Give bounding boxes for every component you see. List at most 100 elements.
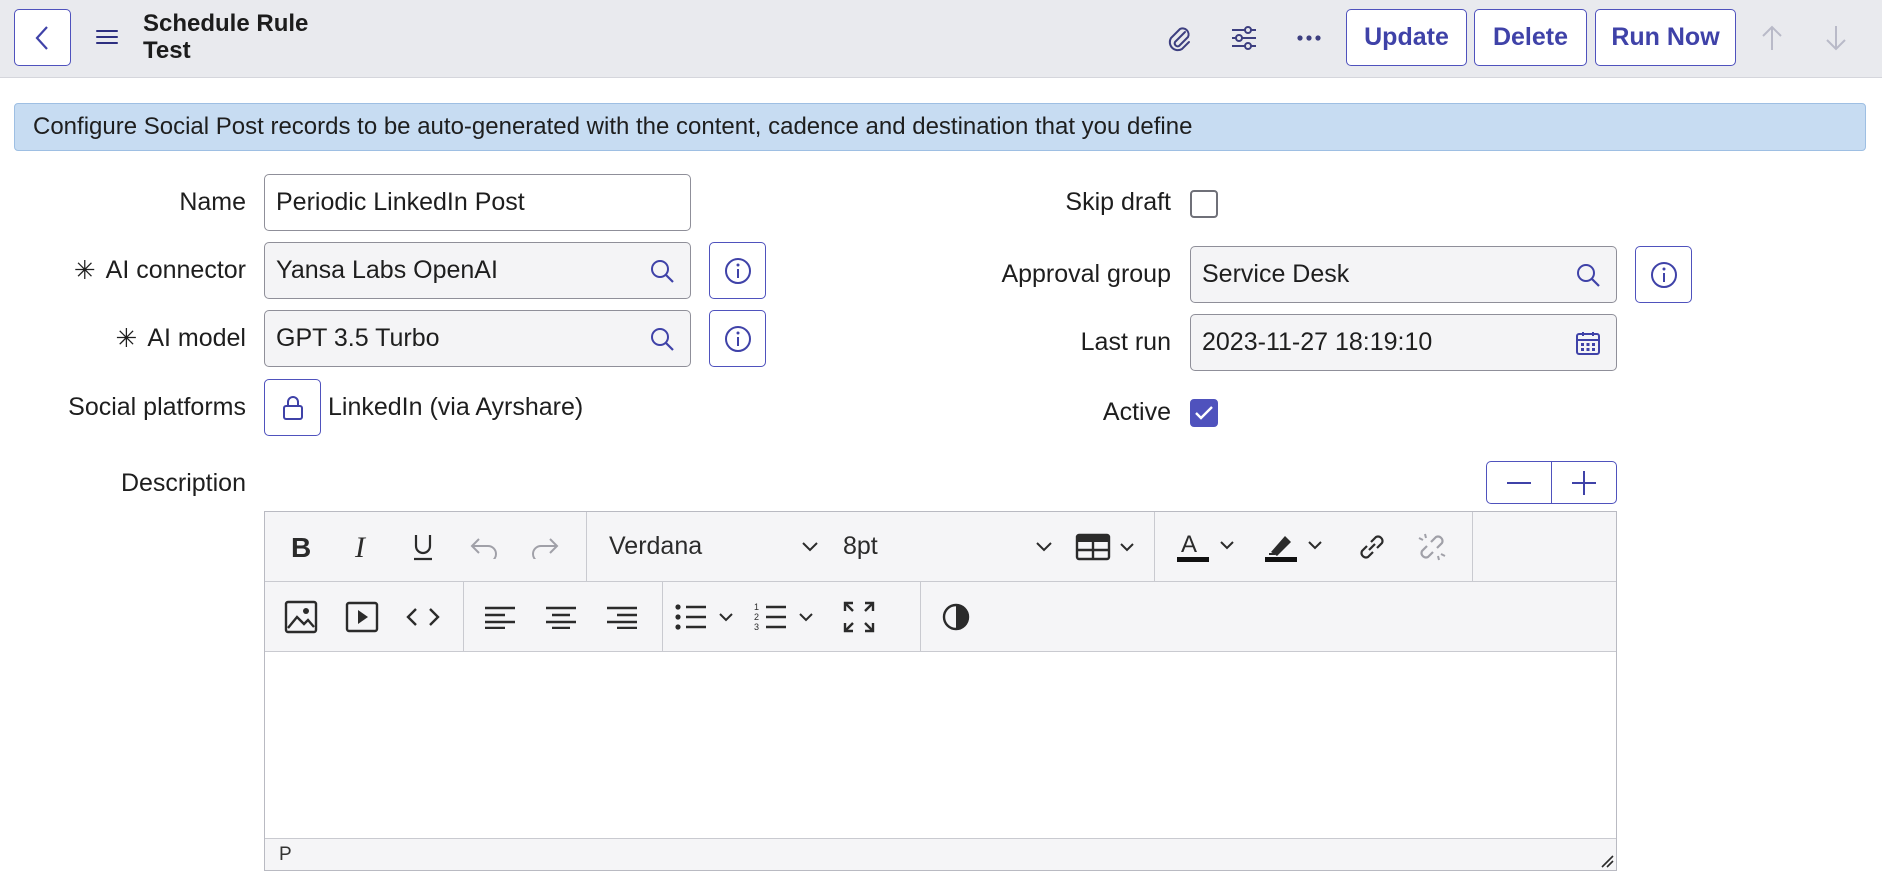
align-right-icon[interactable] bbox=[597, 592, 647, 642]
info-icon bbox=[724, 325, 751, 352]
text-color-icon[interactable]: A bbox=[1175, 522, 1241, 572]
minus-icon bbox=[1507, 481, 1531, 484]
unlock-button[interactable] bbox=[264, 379, 321, 436]
search-icon bbox=[651, 327, 674, 351]
svg-text:3: 3 bbox=[754, 622, 759, 632]
skip-draft-checkbox[interactable] bbox=[1190, 190, 1218, 218]
undo-icon[interactable] bbox=[459, 522, 509, 572]
description-label: Description bbox=[120, 469, 246, 497]
approval-group-label: Approval group bbox=[1001, 260, 1171, 288]
link-icon[interactable] bbox=[1347, 522, 1397, 572]
svg-text:B: B bbox=[291, 533, 311, 561]
skip-draft-label: Skip draft bbox=[1065, 188, 1171, 216]
paperclip-icon[interactable] bbox=[1161, 20, 1197, 56]
back-button[interactable] bbox=[14, 9, 71, 66]
last-run-label: Last run bbox=[1080, 328, 1171, 356]
expand-editor-button[interactable] bbox=[1552, 462, 1616, 503]
editor-statusbar: P bbox=[265, 838, 1616, 870]
search-icon bbox=[1577, 263, 1600, 287]
calendar-icon bbox=[1576, 331, 1600, 355]
font-size-value: 8pt bbox=[843, 532, 878, 560]
delete-button[interactable]: Delete bbox=[1474, 9, 1587, 66]
plus-icon bbox=[1572, 470, 1596, 495]
info-banner: Configure Social Post records to be auto… bbox=[14, 103, 1866, 151]
contrast-group bbox=[921, 582, 991, 651]
ai-connector-label: ✳ AI connector bbox=[40, 242, 246, 299]
svg-text:2: 2 bbox=[754, 612, 759, 622]
italic-icon[interactable]: I bbox=[337, 522, 387, 572]
checkmark-icon bbox=[1195, 406, 1213, 420]
list-group: 123 bbox=[663, 582, 921, 651]
editor-toolbar-row-1: B I Verdana 8pt A bbox=[265, 512, 1616, 582]
arrow-up-icon[interactable] bbox=[1754, 20, 1790, 56]
bullet-list-icon[interactable] bbox=[674, 592, 740, 642]
svg-text:1: 1 bbox=[754, 602, 759, 612]
font-size-select[interactable]: 8pt bbox=[843, 522, 1053, 572]
required-icon: ✳ bbox=[73, 255, 96, 285]
menu-icon[interactable] bbox=[96, 24, 118, 50]
name-field[interactable]: Periodic LinkedIn Post bbox=[264, 174, 691, 231]
run-now-button[interactable]: Run Now bbox=[1595, 9, 1736, 66]
update-button[interactable]: Update bbox=[1346, 9, 1467, 66]
editor-content-area[interactable] bbox=[265, 652, 1616, 838]
format-group: B I bbox=[265, 512, 587, 581]
insert-group bbox=[265, 582, 464, 651]
numbered-list-icon[interactable]: 123 bbox=[754, 592, 820, 642]
social-platforms-value: LinkedIn (via Ayrshare) bbox=[328, 393, 584, 421]
chevron-down-icon bbox=[802, 541, 818, 551]
redo-icon[interactable] bbox=[520, 522, 570, 572]
info-icon bbox=[724, 257, 751, 284]
ai-model-label: ✳ AI model bbox=[40, 310, 246, 367]
media-icon[interactable] bbox=[337, 592, 387, 642]
font-group: Verdana 8pt bbox=[587, 512, 1155, 581]
social-platforms-label: Social platforms bbox=[68, 393, 246, 421]
ai-model-field[interactable]: GPT 3.5 Turbo bbox=[264, 310, 635, 367]
ai-connector-label-text: AI connector bbox=[105, 256, 246, 284]
info-icon bbox=[1650, 261, 1677, 288]
editor-toolbar-row-2: 123 bbox=[265, 582, 1616, 652]
settings-sliders-icon[interactable] bbox=[1226, 20, 1262, 56]
ai-connector-lookup-button[interactable] bbox=[634, 242, 691, 299]
rich-text-editor: B I Verdana 8pt A 1 2 3 P bbox=[264, 511, 1617, 871]
fullscreen-icon[interactable] bbox=[834, 592, 884, 642]
search-icon bbox=[651, 259, 674, 283]
align-center-icon[interactable] bbox=[536, 592, 586, 642]
highlight-color-icon[interactable] bbox=[1263, 522, 1329, 572]
ai-model-lookup-button[interactable] bbox=[634, 310, 691, 367]
ai-connector-field[interactable]: Yansa Labs OpenAI bbox=[264, 242, 635, 299]
more-options-icon[interactable] bbox=[1291, 20, 1327, 56]
element-path[interactable]: P bbox=[279, 844, 292, 866]
ai-model-info-button[interactable] bbox=[709, 310, 766, 367]
image-icon[interactable] bbox=[276, 592, 326, 642]
name-label: Name bbox=[179, 188, 246, 216]
underline-icon[interactable] bbox=[398, 522, 448, 572]
font-family-select[interactable]: Verdana bbox=[609, 522, 819, 572]
active-label: Active bbox=[1102, 398, 1171, 426]
alignment-group bbox=[464, 582, 663, 651]
lock-icon bbox=[282, 395, 303, 420]
approval-group-info-button[interactable] bbox=[1635, 246, 1692, 303]
shrink-editor-button[interactable] bbox=[1487, 462, 1552, 503]
contrast-icon[interactable] bbox=[931, 592, 981, 642]
svg-text:I: I bbox=[354, 533, 367, 561]
arrow-down-icon[interactable] bbox=[1818, 20, 1854, 56]
last-run-field[interactable]: 2023-11-27 18:19:10 bbox=[1190, 314, 1561, 371]
form-header: Schedule Rule Test Update Delete Run Now bbox=[0, 0, 1882, 78]
approval-group-field[interactable]: Service Desk bbox=[1190, 246, 1561, 303]
bold-icon[interactable]: B bbox=[276, 522, 326, 572]
unlink-icon[interactable] bbox=[1407, 522, 1457, 572]
resize-handle-icon[interactable] bbox=[1598, 852, 1614, 868]
ai-connector-info-button[interactable] bbox=[709, 242, 766, 299]
align-left-icon[interactable] bbox=[475, 592, 525, 642]
page-title: Schedule Rule Test bbox=[143, 10, 309, 64]
chevron-down-icon bbox=[1036, 541, 1052, 551]
approval-group-lookup-button[interactable] bbox=[1560, 246, 1617, 303]
active-checkbox[interactable] bbox=[1190, 399, 1218, 427]
table-icon[interactable] bbox=[1075, 522, 1141, 572]
editor-size-controls bbox=[1486, 461, 1617, 504]
color-link-group: A bbox=[1155, 512, 1473, 581]
chevron-left-icon bbox=[35, 25, 48, 50]
calendar-button[interactable] bbox=[1560, 314, 1617, 371]
source-code-icon[interactable] bbox=[398, 592, 448, 642]
font-family-value: Verdana bbox=[609, 532, 703, 560]
